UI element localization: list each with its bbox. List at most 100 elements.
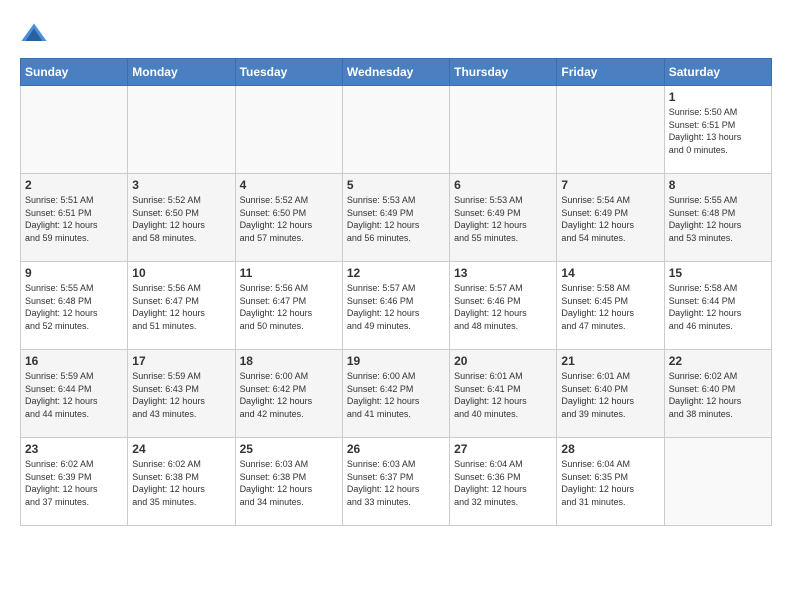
day-info: Sunrise: 5:53 AM Sunset: 6:49 PM Dayligh…: [454, 194, 552, 244]
calendar-day-cell: 20 Sunrise: 6:01 AM Sunset: 6:41 PM Dayli…: [450, 350, 557, 438]
day-info: Sunrise: 6:01 AM Sunset: 6:40 PM Dayligh…: [561, 370, 659, 420]
calendar-day-cell: [128, 86, 235, 174]
day-info: Sunrise: 6:02 AM Sunset: 6:40 PM Dayligh…: [669, 370, 767, 420]
day-number: 7: [561, 178, 659, 192]
calendar-day-cell: 19 Sunrise: 6:00 AM Sunset: 6:42 PM Dayli…: [342, 350, 449, 438]
calendar-week-row: 2 Sunrise: 5:51 AM Sunset: 6:51 PM Daylig…: [21, 174, 772, 262]
day-info: Sunrise: 5:54 AM Sunset: 6:49 PM Dayligh…: [561, 194, 659, 244]
calendar-day-cell: 16 Sunrise: 5:59 AM Sunset: 6:44 PM Dayli…: [21, 350, 128, 438]
calendar-day-cell: 25 Sunrise: 6:03 AM Sunset: 6:38 PM Dayli…: [235, 438, 342, 526]
day-info: Sunrise: 6:02 AM Sunset: 6:38 PM Dayligh…: [132, 458, 230, 508]
day-number: 14: [561, 266, 659, 280]
day-info: Sunrise: 6:03 AM Sunset: 6:37 PM Dayligh…: [347, 458, 445, 508]
calendar-day-cell: [21, 86, 128, 174]
day-number: 16: [25, 354, 123, 368]
day-of-week-header: Tuesday: [235, 59, 342, 86]
calendar-header-row: SundayMondayTuesdayWednesdayThursdayFrid…: [21, 59, 772, 86]
calendar-day-cell: 12 Sunrise: 5:57 AM Sunset: 6:46 PM Dayli…: [342, 262, 449, 350]
calendar-day-cell: 13 Sunrise: 5:57 AM Sunset: 6:46 PM Dayli…: [450, 262, 557, 350]
day-number: 20: [454, 354, 552, 368]
calendar-day-cell: [342, 86, 449, 174]
day-number: 1: [669, 90, 767, 104]
day-info: Sunrise: 6:03 AM Sunset: 6:38 PM Dayligh…: [240, 458, 338, 508]
day-info: Sunrise: 5:57 AM Sunset: 6:46 PM Dayligh…: [347, 282, 445, 332]
calendar-day-cell: 4 Sunrise: 5:52 AM Sunset: 6:50 PM Daylig…: [235, 174, 342, 262]
day-info: Sunrise: 5:55 AM Sunset: 6:48 PM Dayligh…: [25, 282, 123, 332]
day-number: 5: [347, 178, 445, 192]
day-number: 19: [347, 354, 445, 368]
calendar-day-cell: 23 Sunrise: 6:02 AM Sunset: 6:39 PM Dayli…: [21, 438, 128, 526]
day-of-week-header: Saturday: [664, 59, 771, 86]
day-info: Sunrise: 5:57 AM Sunset: 6:46 PM Dayligh…: [454, 282, 552, 332]
day-info: Sunrise: 5:51 AM Sunset: 6:51 PM Dayligh…: [25, 194, 123, 244]
day-number: 9: [25, 266, 123, 280]
calendar-day-cell: 17Sunrise: 5:59 AM Sunset: 6:43 PM Dayli…: [128, 350, 235, 438]
day-number: 22: [669, 354, 767, 368]
day-of-week-header: Wednesday: [342, 59, 449, 86]
day-info: Sunrise: 5:58 AM Sunset: 6:44 PM Dayligh…: [669, 282, 767, 332]
day-number: 26: [347, 442, 445, 456]
calendar-week-row: 16 Sunrise: 5:59 AM Sunset: 6:44 PM Dayli…: [21, 350, 772, 438]
day-number: 27: [454, 442, 552, 456]
calendar-day-cell: 6 Sunrise: 5:53 AM Sunset: 6:49 PM Daylig…: [450, 174, 557, 262]
day-number: 28: [561, 442, 659, 456]
calendar-day-cell: 3 Sunrise: 5:52 AM Sunset: 6:50 PM Daylig…: [128, 174, 235, 262]
day-of-week-header: Sunday: [21, 59, 128, 86]
calendar-day-cell: 9 Sunrise: 5:55 AM Sunset: 6:48 PM Daylig…: [21, 262, 128, 350]
calendar-day-cell: 22 Sunrise: 6:02 AM Sunset: 6:40 PM Dayli…: [664, 350, 771, 438]
day-number: 4: [240, 178, 338, 192]
day-number: 10: [132, 266, 230, 280]
calendar-day-cell: 18 Sunrise: 6:00 AM Sunset: 6:42 PM Dayli…: [235, 350, 342, 438]
day-number: 21: [561, 354, 659, 368]
day-number: 18: [240, 354, 338, 368]
calendar-day-cell: 7 Sunrise: 5:54 AM Sunset: 6:49 PM Daylig…: [557, 174, 664, 262]
day-info: Sunrise: 5:53 AM Sunset: 6:49 PM Dayligh…: [347, 194, 445, 244]
calendar-day-cell: [664, 438, 771, 526]
day-info: Sunrise: 5:56 AM Sunset: 6:47 PM Dayligh…: [240, 282, 338, 332]
day-number: 13: [454, 266, 552, 280]
day-number: 23: [25, 442, 123, 456]
day-info: Sunrise: 5:52 AM Sunset: 6:50 PM Dayligh…: [132, 194, 230, 244]
day-number: 2: [25, 178, 123, 192]
calendar-day-cell: 11 Sunrise: 5:56 AM Sunset: 6:47 PM Dayli…: [235, 262, 342, 350]
day-number: 6: [454, 178, 552, 192]
day-info: Sunrise: 6:00 AM Sunset: 6:42 PM Dayligh…: [240, 370, 338, 420]
day-number: 12: [347, 266, 445, 280]
calendar-day-cell: [557, 86, 664, 174]
day-number: 24: [132, 442, 230, 456]
day-number: 25: [240, 442, 338, 456]
calendar-week-row: 9 Sunrise: 5:55 AM Sunset: 6:48 PM Daylig…: [21, 262, 772, 350]
day-number: 17: [132, 354, 230, 368]
day-info: Sunrise: 6:00 AM Sunset: 6:42 PM Dayligh…: [347, 370, 445, 420]
calendar-day-cell: 10 Sunrise: 5:56 AM Sunset: 6:47 PM Dayli…: [128, 262, 235, 350]
day-info: Sunrise: 6:04 AM Sunset: 6:35 PM Dayligh…: [561, 458, 659, 508]
calendar-week-row: 23 Sunrise: 6:02 AM Sunset: 6:39 PM Dayli…: [21, 438, 772, 526]
day-info: Sunrise: 5:59 AM Sunset: 6:44 PM Dayligh…: [25, 370, 123, 420]
day-of-week-header: Monday: [128, 59, 235, 86]
day-of-week-header: Friday: [557, 59, 664, 86]
day-number: 11: [240, 266, 338, 280]
day-info: Sunrise: 5:56 AM Sunset: 6:47 PM Dayligh…: [132, 282, 230, 332]
calendar-day-cell: 21 Sunrise: 6:01 AM Sunset: 6:40 PM Dayli…: [557, 350, 664, 438]
calendar-day-cell: [450, 86, 557, 174]
calendar-day-cell: 2 Sunrise: 5:51 AM Sunset: 6:51 PM Daylig…: [21, 174, 128, 262]
day-info: Sunrise: 5:50 AM Sunset: 6:51 PM Dayligh…: [669, 106, 767, 156]
calendar-day-cell: 28 Sunrise: 6:04 AM Sunset: 6:35 PM Dayli…: [557, 438, 664, 526]
day-info: Sunrise: 5:52 AM Sunset: 6:50 PM Dayligh…: [240, 194, 338, 244]
day-number: 3: [132, 178, 230, 192]
day-info: Sunrise: 6:01 AM Sunset: 6:41 PM Dayligh…: [454, 370, 552, 420]
day-info: Sunrise: 5:58 AM Sunset: 6:45 PM Dayligh…: [561, 282, 659, 332]
logo-icon: [20, 20, 48, 48]
day-of-week-header: Thursday: [450, 59, 557, 86]
calendar-day-cell: 14 Sunrise: 5:58 AM Sunset: 6:45 PM Dayli…: [557, 262, 664, 350]
day-info: Sunrise: 5:55 AM Sunset: 6:48 PM Dayligh…: [669, 194, 767, 244]
calendar-day-cell: 1 Sunrise: 5:50 AM Sunset: 6:51 PM Daylig…: [664, 86, 771, 174]
day-info: Sunrise: 6:02 AM Sunset: 6:39 PM Dayligh…: [25, 458, 123, 508]
calendar-day-cell: 5 Sunrise: 5:53 AM Sunset: 6:49 PM Daylig…: [342, 174, 449, 262]
logo: [20, 20, 52, 48]
calendar-day-cell: 24 Sunrise: 6:02 AM Sunset: 6:38 PM Dayli…: [128, 438, 235, 526]
calendar-day-cell: 27 Sunrise: 6:04 AM Sunset: 6:36 PM Dayli…: [450, 438, 557, 526]
calendar-day-cell: 26 Sunrise: 6:03 AM Sunset: 6:37 PM Dayli…: [342, 438, 449, 526]
day-info: Sunrise: 6:04 AM Sunset: 6:36 PM Dayligh…: [454, 458, 552, 508]
calendar: SundayMondayTuesdayWednesdayThursdayFrid…: [20, 58, 772, 526]
